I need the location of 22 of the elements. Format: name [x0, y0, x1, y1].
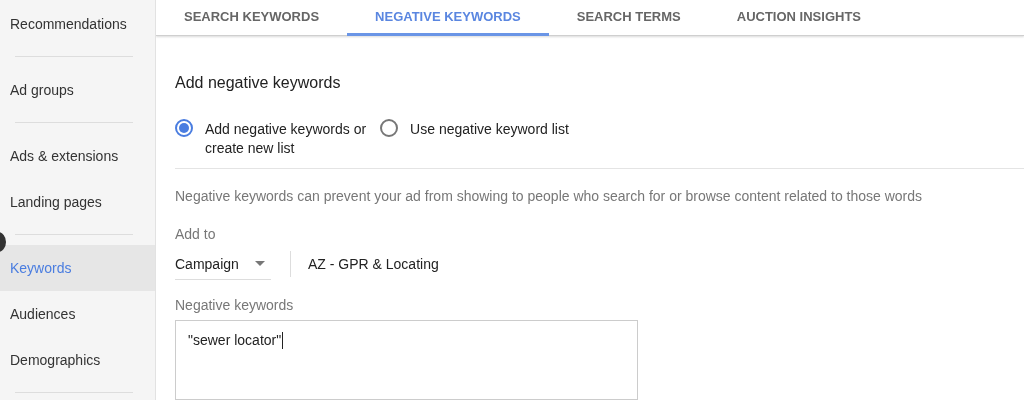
radio-button[interactable] [175, 119, 193, 137]
sidebar-item[interactable]: Audiences [0, 291, 155, 337]
caret-icon [255, 261, 265, 266]
section-title: Add negative keywords [175, 74, 342, 92]
field-label: Negative keywords [175, 297, 295, 313]
field-label: Add to [175, 226, 217, 242]
tab[interactable]: NEGATIVE KEYWORDS [347, 0, 549, 36]
sidebar-item[interactable]: Ad groups [0, 67, 155, 113]
sidebar-item[interactable]: Recommendations [0, 1, 155, 47]
level-dropdown[interactable]: Campaign [175, 248, 271, 280]
tab[interactable]: SEARCH KEYWORDS [156, 0, 348, 36]
radio-label: Use negative keyword list [410, 120, 569, 139]
sidebar-item[interactable]: Landing pages [0, 179, 155, 225]
description-text: Negative keywords can prevent your ad from showing to people who search for or browse content related to those words [175, 188, 924, 204]
tab[interactable]: AUCTION INSIGHTS [708, 0, 889, 36]
sidebar-item[interactable]: Ads & extensions [0, 133, 155, 179]
radio-label: Add negative keywords or create new list [205, 120, 367, 158]
campaign-name: AZ - GPR & Locating [308, 256, 439, 272]
keywords-textarea[interactable]: "sewer locator" [175, 320, 638, 400]
tab[interactable]: SEARCH TERMS [548, 0, 709, 36]
sidebar-item[interactable]: Demographics [0, 337, 155, 383]
radio-button[interactable] [380, 119, 399, 137]
